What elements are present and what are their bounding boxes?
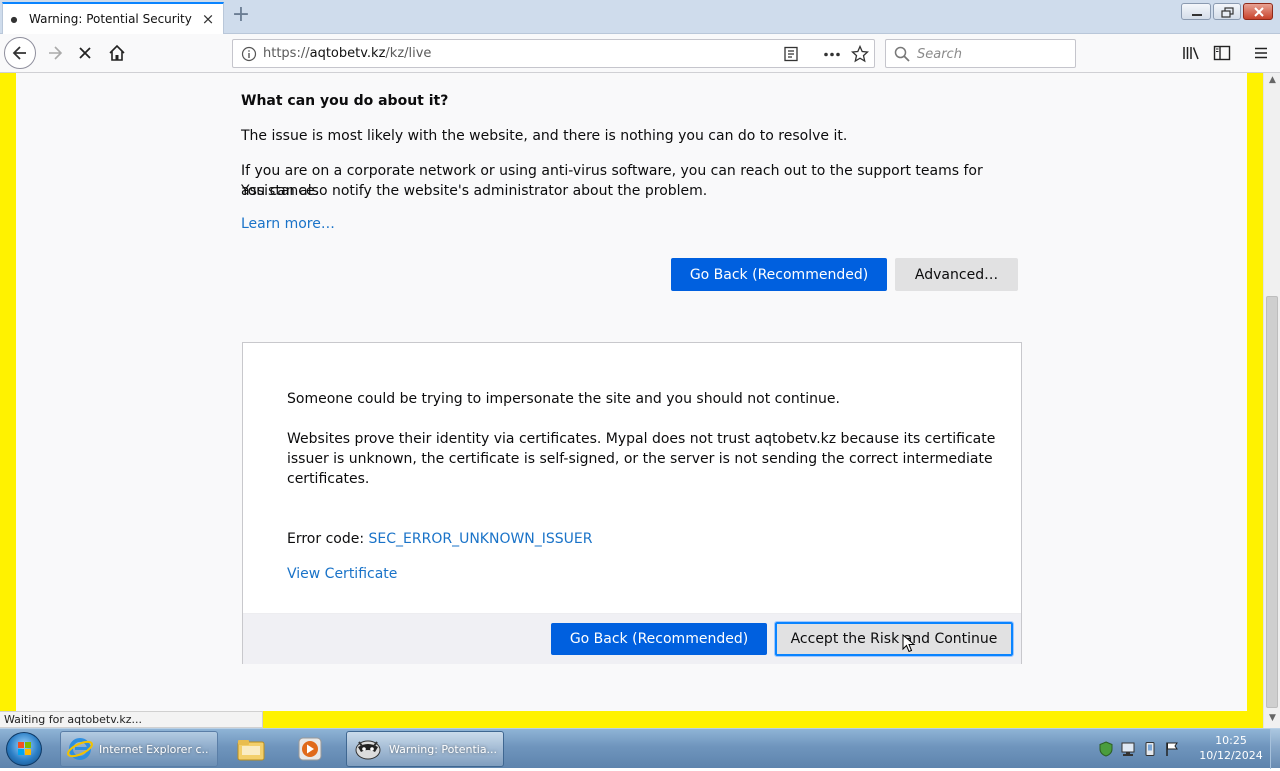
forward-arrow-icon	[49, 46, 63, 60]
issue-paragraph: The issue is most likely with the websit…	[241, 128, 848, 144]
start-button[interactable]	[6, 732, 42, 766]
url-path: /kz/live	[385, 46, 432, 61]
advanced-button[interactable]: Advanced…	[895, 258, 1018, 291]
search-placeholder: Search	[917, 47, 962, 62]
clock-time: 10:25	[1215, 734, 1247, 747]
taskbar-media-player[interactable]	[282, 731, 338, 767]
library-button[interactable]	[1176, 38, 1206, 68]
taskbar-explorer[interactable]	[223, 731, 279, 767]
network-icon[interactable]	[1120, 741, 1136, 757]
stop-button[interactable]	[70, 38, 100, 68]
windows-logo-icon	[18, 742, 31, 755]
tab-security-warning[interactable]: ● Warning: Potential Security Risk Ahead…	[2, 2, 224, 34]
system-tray	[1098, 735, 1180, 763]
tab-close-icon[interactable]: ×	[201, 12, 215, 27]
show-desktop-button[interactable]	[1270, 729, 1280, 769]
url-domain: aqtobetv.kz	[309, 46, 386, 61]
vertical-scrollbar[interactable]: ▲ ▼	[1263, 73, 1280, 728]
media-player-icon	[298, 737, 322, 761]
error-code-link[interactable]: SEC_ERROR_UNKNOWN_ISSUER	[369, 531, 593, 547]
library-icon	[1183, 47, 1199, 60]
forward-button[interactable]	[40, 38, 70, 68]
home-button[interactable]	[102, 38, 132, 68]
page-heading: What can you do about it?	[241, 93, 449, 109]
security-shield-icon[interactable]	[1098, 741, 1114, 757]
scrollbar-thumb[interactable]	[1266, 296, 1278, 708]
taskbar-mypal-browser[interactable]: Warning: Potentia...	[346, 731, 504, 767]
tab-strip: ● Warning: Potential Security Risk Ahead…	[0, 0, 1280, 34]
certificate-detail-line3: certificates.	[287, 471, 370, 487]
clock-date: 10/12/2024	[1199, 749, 1263, 762]
stop-icon	[79, 47, 91, 59]
certificate-detail-line2: issuer is unknown, the certificate is se…	[287, 451, 993, 467]
page-viewport: What can you do about it? The issue is m…	[0, 73, 1280, 728]
scroll-down-arrow-icon[interactable]: ▼	[1264, 713, 1280, 725]
status-bar: Waiting for aqtobetv.kz...	[0, 711, 263, 728]
impersonation-warning: Someone could be trying to impersonate t…	[287, 391, 840, 407]
yellow-border-left	[0, 73, 16, 713]
folder-icon	[237, 740, 265, 761]
loading-icon: ●	[10, 14, 18, 24]
error-code-row: Error code: SEC_ERROR_UNKNOWN_ISSUER	[287, 529, 593, 549]
navigation-toolbar: https://aqtobetv.kz/kz/live Search	[0, 34, 1280, 73]
home-icon	[109, 44, 125, 61]
mypal-raccoon-icon	[355, 740, 381, 760]
yellow-border-right	[1247, 73, 1263, 713]
url-prefix: https://	[263, 46, 310, 61]
back-button[interactable]	[4, 37, 36, 69]
url-text[interactable]: https://aqtobetv.kz/kz/live	[263, 46, 431, 61]
taskbar-browser-label: Warning: Potentia...	[389, 742, 498, 756]
menu-button[interactable]	[1246, 38, 1276, 68]
url-bar[interactable]: https://aqtobetv.kz/kz/live	[232, 39, 875, 68]
tab-title: Warning: Potential Security Risk Ahead	[29, 12, 193, 26]
site-info-icon[interactable]	[241, 46, 257, 62]
device-icon[interactable]	[1142, 741, 1158, 757]
internet-explorer-icon	[67, 738, 93, 760]
minimize-button[interactable]	[1181, 3, 1211, 20]
accept-risk-button[interactable]: Accept the Risk and Continue	[774, 621, 1014, 657]
learn-more-link[interactable]: Learn more…	[241, 216, 335, 232]
go-back-button[interactable]: Go Back (Recommended)	[671, 258, 887, 291]
view-certificate-link[interactable]: View Certificate	[287, 564, 397, 584]
sidebar-icon	[1213, 45, 1231, 61]
scroll-up-arrow-icon[interactable]: ▲	[1264, 75, 1280, 87]
taskbar-ie-label: Internet Explorer c...	[99, 742, 209, 756]
taskbar-internet-explorer[interactable]: Internet Explorer c...	[60, 731, 218, 767]
close-window-button[interactable]	[1243, 3, 1273, 20]
system-clock[interactable]: 10:25 10/12/2024	[1196, 733, 1266, 763]
page-actions-icon[interactable]	[823, 52, 841, 57]
action-center-flag-icon[interactable]	[1164, 741, 1180, 757]
advanced-panel: Someone could be trying to impersonate t…	[242, 342, 1022, 664]
panel-go-back-button[interactable]: Go Back (Recommended)	[551, 623, 767, 655]
bookmark-star-icon[interactable]	[851, 45, 869, 63]
certificate-detail-line1: Websites prove their identity via certif…	[287, 431, 996, 447]
restore-button[interactable]	[1213, 3, 1241, 20]
windows-taskbar: Internet Explorer c... Warning: Potentia…	[0, 728, 1280, 769]
search-bar[interactable]: Search	[885, 39, 1076, 68]
hamburger-menu-icon	[1255, 47, 1267, 59]
error-code-label: Error code:	[287, 531, 369, 547]
search-icon	[894, 46, 910, 62]
sidebar-button[interactable]	[1207, 38, 1237, 68]
advanced-panel-footer: Go Back (Recommended) Accept the Risk an…	[243, 613, 1021, 664]
reader-view-icon[interactable]	[783, 46, 799, 62]
mouse-cursor-icon	[902, 634, 916, 653]
back-arrow-icon	[12, 46, 26, 60]
new-tab-icon[interactable]: +	[229, 4, 253, 28]
support-paragraph-line2: You can also notify the website's admini…	[241, 183, 708, 199]
